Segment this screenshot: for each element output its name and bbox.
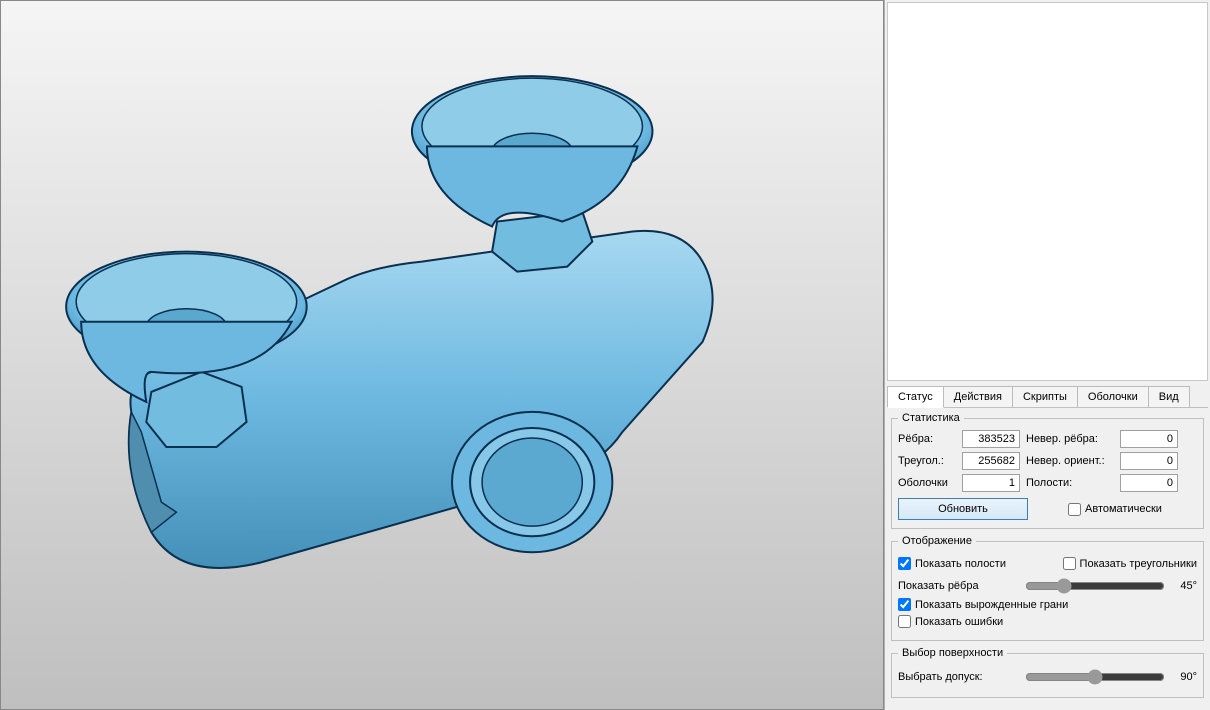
triangles-value: [962, 452, 1020, 470]
tab-scripts[interactable]: Скрипты: [1012, 386, 1078, 407]
shells-label: Оболочки: [898, 477, 956, 489]
auto-label: Автоматически: [1085, 503, 1162, 515]
show-degenerate-checkbox[interactable]: [898, 598, 911, 611]
bad-orient-label: Невер. ориент.:: [1026, 455, 1114, 467]
show-degenerate-label: Показать вырожденные грани: [915, 599, 1068, 611]
show-errors-wrap[interactable]: Показать ошибки: [898, 615, 1197, 628]
tab-view[interactable]: Вид: [1148, 386, 1190, 407]
auto-checkbox-wrap[interactable]: Автоматически: [1068, 503, 1162, 516]
surface-select-group: Выбор поверхности Выбрать допуск: 90°: [891, 647, 1204, 698]
auto-checkbox[interactable]: [1068, 503, 1081, 516]
cavities-value: [1120, 474, 1178, 492]
status-panel: Статистика Рёбра: Невер. рёбра: Треугол.…: [885, 408, 1210, 710]
tab-status[interactable]: Статус: [887, 386, 944, 408]
show-edges-label: Показать рёбра: [898, 580, 1017, 592]
edges-label: Рёбра:: [898, 433, 956, 445]
show-degenerate-wrap[interactable]: Показать вырожденные грани: [898, 598, 1197, 611]
cavities-label: Полости:: [1026, 477, 1114, 489]
statistics-group: Статистика Рёбра: Невер. рёбра: Треугол.…: [891, 412, 1204, 529]
show-cavities-checkbox[interactable]: [898, 557, 911, 570]
triangles-label: Треугол.:: [898, 455, 956, 467]
model-render: [1, 1, 883, 710]
show-errors-label: Показать ошибки: [915, 616, 1003, 628]
show-triangles-label: Показать треугольники: [1080, 558, 1197, 570]
show-cavities-wrap[interactable]: Показать полости: [898, 557, 1006, 570]
shells-value: [962, 474, 1020, 492]
tab-actions[interactable]: Действия: [943, 386, 1013, 407]
bad-edges-label: Невер. рёбра:: [1026, 433, 1114, 445]
statistics-legend: Статистика: [898, 412, 964, 424]
tolerance-slider[interactable]: [1025, 669, 1165, 685]
show-triangles-checkbox[interactable]: [1063, 557, 1076, 570]
display-group: Отображение Показать полости Показать тр…: [891, 535, 1204, 641]
edges-value: [962, 430, 1020, 448]
preview-area: [887, 2, 1208, 381]
show-errors-checkbox[interactable]: [898, 615, 911, 628]
tolerance-label: Выбрать допуск:: [898, 671, 1017, 683]
show-edges-slider[interactable]: [1025, 578, 1165, 594]
display-legend: Отображение: [898, 535, 976, 547]
right-panel: Статус Действия Скрипты Оболочки Вид Ста…: [884, 0, 1210, 710]
viewport-3d[interactable]: [0, 0, 884, 710]
tab-bar: Статус Действия Скрипты Оболочки Вид: [887, 385, 1208, 408]
bad-edges-value: [1120, 430, 1178, 448]
tolerance-value: 90°: [1173, 671, 1197, 683]
show-triangles-wrap[interactable]: Показать треугольники: [1063, 557, 1197, 570]
show-cavities-label: Показать полости: [915, 558, 1006, 570]
update-button[interactable]: Обновить: [898, 498, 1028, 520]
show-edges-value: 45°: [1173, 580, 1197, 592]
bad-orient-value: [1120, 452, 1178, 470]
surface-select-legend: Выбор поверхности: [898, 647, 1007, 659]
tab-shells[interactable]: Оболочки: [1077, 386, 1149, 407]
